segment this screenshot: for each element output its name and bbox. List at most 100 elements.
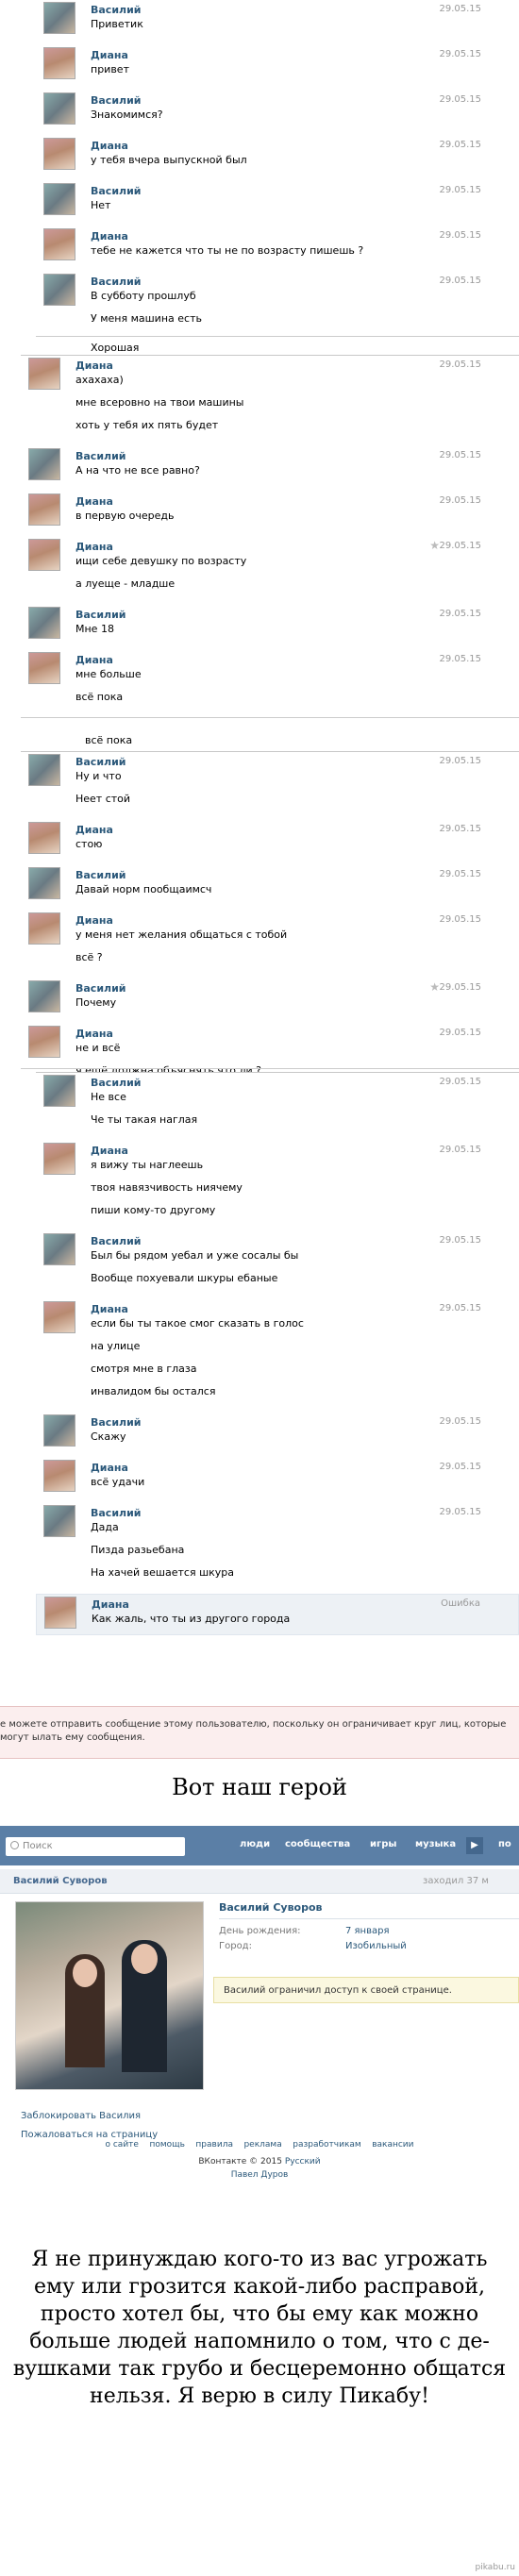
avatar[interactable]: [43, 138, 75, 170]
avatar[interactable]: [43, 1075, 75, 1107]
avatar[interactable]: [28, 493, 60, 526]
avatar[interactable]: [43, 1143, 75, 1175]
sender-name[interactable]: Василий: [91, 272, 481, 288]
sender-name[interactable]: Василий: [75, 865, 481, 881]
sender-name[interactable]: Василий: [91, 1231, 481, 1247]
birthday-value[interactable]: 7 января: [345, 1926, 389, 1936]
avatar[interactable]: [43, 1301, 75, 1333]
footer-link[interactable]: помощь: [149, 2140, 184, 2149]
avatar[interactable]: [28, 754, 60, 786]
avatar[interactable]: [28, 867, 60, 899]
message-row[interactable]: Диана 29.05.15 всё удачи: [36, 1458, 519, 1499]
message-row[interactable]: Диана 29.05.15 у меня нет желания общаться…: [21, 911, 519, 975]
nav-games[interactable]: игры: [370, 1839, 396, 1849]
sender-name[interactable]: Василий: [75, 979, 481, 995]
city-value[interactable]: Изобильный: [345, 1941, 407, 1951]
profile-photo[interactable]: [15, 1901, 204, 2090]
sender-name[interactable]: Василий: [91, 181, 481, 197]
sender-name[interactable]: Диана: [75, 820, 481, 836]
sender-name[interactable]: Василий: [91, 0, 481, 16]
message-row[interactable]: Василий 29.05.15 Был бы рядом уебал и уже …: [36, 1231, 519, 1296]
sender-name[interactable]: Василий: [75, 446, 481, 462]
footer-link[interactable]: разработчикам: [293, 2140, 360, 2149]
star-icon[interactable]: ★: [429, 980, 440, 994]
message-row[interactable]: Василий 29.05.15 В субботу прошлуб У меня м…: [36, 272, 519, 336]
message-row[interactable]: Василий 29.05.15 Дада Пизда разьебана На хач…: [36, 1503, 519, 1590]
play-icon[interactable]: ▶: [466, 1837, 483, 1854]
block-user-link[interactable]: Заблокировать Василия: [21, 2111, 141, 2121]
avatar[interactable]: [43, 183, 75, 215]
avatar[interactable]: [44, 1597, 76, 1629]
message-row[interactable]: Василий 29.05.15 Ну и что Неет стой: [21, 752, 519, 816]
message-row[interactable]: Диана 29.05.15 в первую очередь: [21, 492, 519, 533]
avatar[interactable]: [28, 822, 60, 854]
message-row[interactable]: Диана 29.05.15 тебе не кажется что ты не п…: [36, 226, 519, 268]
sender-name[interactable]: Василий: [75, 605, 481, 621]
footer-link[interactable]: вакансии: [372, 2140, 413, 2149]
avatar[interactable]: [43, 1233, 75, 1265]
message-row[interactable]: Диана 29.05.15 привет: [36, 45, 519, 87]
footer-link[interactable]: о сайте: [105, 2140, 138, 2149]
message-row[interactable]: Василий 29.05.15 А на что не все равно?: [21, 446, 519, 488]
message-row[interactable]: Диана 29.05.15 я вижу ты наглеешь твоя навя…: [36, 1141, 519, 1228]
message-row[interactable]: Диана 29.05.15 стою: [21, 820, 519, 861]
message-row[interactable]: Василий 29.05.15 Приветик: [36, 0, 519, 42]
nav-more[interactable]: по: [498, 1839, 511, 1849]
sender-name[interactable]: Диана: [91, 1299, 481, 1315]
message-row[interactable]: Диана 29.05.15 мне больше всё пока: [21, 650, 519, 714]
sender-name[interactable]: Диана: [75, 492, 481, 508]
sender-name[interactable]: Диана: [75, 356, 481, 372]
sender-name[interactable]: Диана: [91, 136, 481, 152]
avatar[interactable]: [43, 1460, 75, 1492]
message-row[interactable]: Василий 29.05.15 Нет: [36, 181, 519, 223]
message-row[interactable]: Диана Ошибка Как жаль, что ты из другого г…: [36, 1594, 519, 1635]
avatar[interactable]: [43, 228, 75, 260]
avatar[interactable]: [43, 1505, 75, 1537]
language-link[interactable]: Русский: [285, 2157, 321, 2166]
avatar[interactable]: [43, 92, 75, 125]
message-row[interactable]: Василий 29.05.15 Скажу: [36, 1413, 519, 1454]
sender-name[interactable]: Диана: [75, 650, 481, 666]
avatar[interactable]: [43, 47, 75, 79]
sender-name[interactable]: Василий: [91, 1073, 481, 1089]
footer-link[interactable]: реклама: [243, 2140, 281, 2149]
avatar[interactable]: [28, 980, 60, 1012]
message-row[interactable]: Диана ★ 29.05.15 ищи себе девушку по возрас…: [21, 537, 519, 601]
avatar[interactable]: [28, 607, 60, 639]
sender-name[interactable]: Василий: [91, 91, 481, 107]
avatar[interactable]: [28, 912, 60, 945]
message-row[interactable]: Диана 29.05.15 у тебя вчера выпускной был: [36, 136, 519, 177]
sender-name[interactable]: Диана: [75, 1024, 481, 1040]
message-row[interactable]: Василий 29.05.15 Давай норм пообщаимсч: [21, 865, 519, 907]
message-row[interactable]: Василий 29.05.15 Знакомимся?: [36, 91, 519, 132]
avatar[interactable]: [28, 539, 60, 571]
message-row[interactable]: Василий 29.05.15 Не все Че ты такая наглая: [36, 1073, 519, 1137]
avatar[interactable]: [43, 1414, 75, 1447]
nav-people[interactable]: люди: [240, 1839, 270, 1849]
footer-link[interactable]: правила: [195, 2140, 233, 2149]
avatar[interactable]: [28, 652, 60, 684]
avatar[interactable]: [28, 358, 60, 390]
sender-name[interactable]: Диана: [91, 226, 481, 243]
star-icon[interactable]: ★: [429, 539, 440, 552]
sender-name[interactable]: Диана: [91, 1458, 481, 1474]
sender-name[interactable]: Диана: [92, 1595, 480, 1611]
avatar[interactable]: [28, 448, 60, 480]
author-link[interactable]: Павел Дуров: [0, 2170, 519, 2180]
nav-music[interactable]: музыка: [415, 1839, 456, 1849]
search-input[interactable]: Поиск: [6, 1837, 185, 1856]
message-row[interactable]: Диана 29.05.15 если бы ты такое смог сказа…: [36, 1299, 519, 1409]
sender-name[interactable]: Диана: [75, 537, 481, 553]
sender-name[interactable]: Василий: [91, 1413, 481, 1429]
avatar[interactable]: [43, 2, 75, 34]
sender-name[interactable]: Диана: [75, 911, 481, 927]
sender-name[interactable]: Диана: [91, 45, 481, 61]
avatar[interactable]: [28, 1026, 60, 1058]
sender-name[interactable]: Василий: [91, 1503, 481, 1519]
avatar[interactable]: [43, 274, 75, 306]
sender-name[interactable]: Диана: [91, 1141, 481, 1157]
message-row[interactable]: Василий 29.05.15 Мне 18: [21, 605, 519, 646]
sender-name[interactable]: Василий: [75, 752, 481, 768]
message-row[interactable]: Василий ★ 29.05.15 Почему: [21, 979, 519, 1020]
nav-communities[interactable]: сообщества: [285, 1839, 350, 1849]
